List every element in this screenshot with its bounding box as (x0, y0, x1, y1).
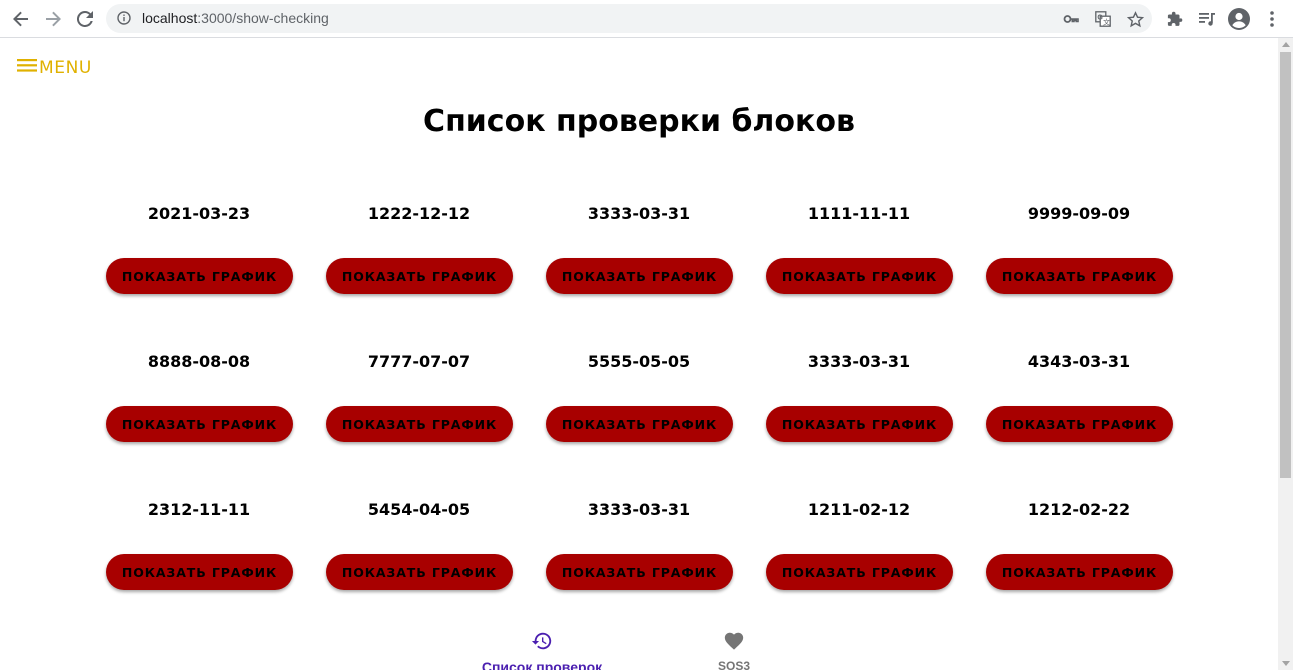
star-icon[interactable] (1126, 10, 1144, 28)
reload-icon[interactable] (72, 6, 98, 32)
show-chart-button-label: ПОКАЗАТЬ ГРАФИК (561, 416, 718, 432)
page-title: Список проверки блоков (423, 104, 855, 139)
check-card: 5454-04-05 ПОКАЗАТЬ ГРАФИК (309, 500, 529, 648)
check-card: 1111-11-11 ПОКАЗАТЬ ГРАФИК (749, 204, 969, 352)
bottom-nav-sos3[interactable]: SOS3 (694, 630, 774, 670)
check-card: 1211-02-12 ПОКАЗАТЬ ГРАФИК (749, 500, 969, 648)
browser-toolbar: localhost:3000/show-checking G文 (0, 0, 1293, 38)
info-icon[interactable] (117, 11, 131, 30)
show-chart-button[interactable]: ПОКАЗАТЬ ГРАФИК (766, 554, 953, 590)
extensions-icon[interactable] (1162, 6, 1188, 32)
show-chart-button-label: ПОКАЗАТЬ ГРАФИК (341, 416, 498, 432)
show-chart-button-label: ПОКАЗАТЬ ГРАФИК (781, 268, 938, 284)
check-card: 2021-03-23 ПОКАЗАТЬ ГРАФИК (89, 204, 309, 352)
page-scrollbar[interactable] (1278, 38, 1293, 670)
check-date: 8888-08-08 (147, 352, 251, 371)
checks-grid: 2021-03-23 ПОКАЗАТЬ ГРАФИК 1222-12-12 ПОКАЗ… (89, 204, 1189, 648)
check-card: 3333-03-31 ПОКАЗАТЬ ГРАФИК (529, 500, 749, 648)
bottom-nav-sos3-label: SOS3 (717, 659, 750, 670)
bottom-nav-checks-label: Список проверок (481, 659, 603, 670)
show-chart-button[interactable]: ПОКАЗАТЬ ГРАФИК (546, 258, 733, 294)
scroll-down-arrow-icon[interactable] (1282, 661, 1290, 666)
show-chart-button-label: ПОКАЗАТЬ ГРАФИК (1001, 564, 1158, 580)
show-chart-button-label: ПОКАЗАТЬ ГРАФИК (121, 416, 278, 432)
bottom-navigation: Список проверок SOS3 (0, 630, 1278, 670)
hamburger-icon (17, 57, 37, 78)
translate-icon[interactable]: G文 (1094, 10, 1112, 28)
profile-icon[interactable] (1226, 6, 1252, 32)
show-chart-button[interactable]: ПОКАЗАТЬ ГРАФИК (106, 554, 293, 590)
url-text: localhost:3000/show-checking (142, 10, 329, 26)
check-date: 2312-11-11 (147, 500, 251, 519)
show-chart-button-label: ПОКАЗАТЬ ГРАФИК (781, 564, 938, 580)
show-chart-button-label: ПОКАЗАТЬ ГРАФИК (1001, 268, 1158, 284)
check-date: 5555-05-05 (587, 352, 691, 371)
check-card: 3333-03-31 ПОКАЗАТЬ ГРАФИК (529, 204, 749, 352)
check-date: 3333-03-31 (587, 500, 691, 519)
show-chart-button[interactable]: ПОКАЗАТЬ ГРАФИК (986, 258, 1173, 294)
page-viewport: MENU Список проверки блоков 2021-03-23 ПО… (0, 38, 1278, 670)
show-chart-button-label: ПОКАЗАТЬ ГРАФИК (121, 268, 278, 284)
check-date: 5454-04-05 (367, 500, 471, 519)
check-card: 5555-05-05 ПОКАЗАТЬ ГРАФИК (529, 352, 749, 500)
show-chart-button-label: ПОКАЗАТЬ ГРАФИК (341, 564, 498, 580)
show-chart-button[interactable]: ПОКАЗАТЬ ГРАФИК (986, 554, 1173, 590)
show-chart-button[interactable]: ПОКАЗАТЬ ГРАФИК (106, 258, 293, 294)
check-card: 8888-08-08 ПОКАЗАТЬ ГРАФИК (89, 352, 309, 500)
check-card: 2312-11-11 ПОКАЗАТЬ ГРАФИК (89, 500, 309, 648)
show-chart-button[interactable]: ПОКАЗАТЬ ГРАФИК (546, 406, 733, 442)
show-chart-button-label: ПОКАЗАТЬ ГРАФИК (1001, 416, 1158, 432)
show-chart-button[interactable]: ПОКАЗАТЬ ГРАФИК (766, 258, 953, 294)
check-card: 3333-03-31 ПОКАЗАТЬ ГРАФИК (749, 352, 969, 500)
check-date: 1212-02-22 (1027, 500, 1131, 519)
more-icon[interactable] (1259, 6, 1285, 32)
show-chart-button[interactable]: ПОКАЗАТЬ ГРАФИК (326, 406, 513, 442)
scroll-up-arrow-icon[interactable] (1282, 42, 1290, 47)
heart-icon (723, 630, 745, 657)
back-icon[interactable] (8, 6, 34, 32)
address-bar[interactable]: localhost:3000/show-checking G文 (106, 4, 1152, 33)
check-date: 7777-07-07 (367, 352, 471, 371)
show-chart-button-label: ПОКАЗАТЬ ГРАФИК (341, 268, 498, 284)
history-icon (531, 630, 553, 657)
show-chart-button[interactable]: ПОКАЗАТЬ ГРАФИК (326, 258, 513, 294)
show-chart-button-label: ПОКАЗАТЬ ГРАФИК (561, 564, 718, 580)
show-chart-button[interactable]: ПОКАЗАТЬ ГРАФИК (106, 406, 293, 442)
show-chart-button-label: ПОКАЗАТЬ ГРАФИК (781, 416, 938, 432)
show-chart-button[interactable]: ПОКАЗАТЬ ГРАФИК (326, 554, 513, 590)
key-icon[interactable] (1062, 10, 1080, 28)
check-date: 2021-03-23 (147, 204, 251, 223)
menu-button[interactable]: MENU (17, 57, 92, 78)
check-card: 7777-07-07 ПОКАЗАТЬ ГРАФИК (309, 352, 529, 500)
check-date: 3333-03-31 (807, 352, 911, 371)
check-date: 9999-09-09 (1027, 204, 1131, 223)
bottom-nav-checks[interactable]: Список проверок (472, 630, 612, 670)
check-card: 1222-12-12 ПОКАЗАТЬ ГРАФИК (309, 204, 529, 352)
check-card: 1212-02-22 ПОКАЗАТЬ ГРАФИК (969, 500, 1189, 648)
show-chart-button[interactable]: ПОКАЗАТЬ ГРАФИК (766, 406, 953, 442)
show-chart-button[interactable]: ПОКАЗАТЬ ГРАФИК (546, 554, 733, 590)
check-card: 4343-03-31 ПОКАЗАТЬ ГРАФИК (969, 352, 1189, 500)
check-date: 4343-03-31 (1027, 352, 1131, 371)
svg-text:文: 文 (1103, 18, 1110, 27)
check-card: 9999-09-09 ПОКАЗАТЬ ГРАФИК (969, 204, 1189, 352)
show-chart-button-label: ПОКАЗАТЬ ГРАФИК (121, 564, 278, 580)
check-date: 1111-11-11 (807, 204, 911, 223)
forward-icon[interactable] (40, 6, 66, 32)
scrollbar-thumb[interactable] (1280, 52, 1291, 478)
show-chart-button-label: ПОКАЗАТЬ ГРАФИК (561, 268, 718, 284)
media-icon[interactable] (1194, 6, 1220, 32)
check-date: 1211-02-12 (807, 500, 911, 519)
check-date: 3333-03-31 (587, 204, 691, 223)
show-chart-button[interactable]: ПОКАЗАТЬ ГРАФИК (986, 406, 1173, 442)
check-date: 1222-12-12 (367, 204, 471, 223)
menu-label: MENU (39, 57, 92, 78)
